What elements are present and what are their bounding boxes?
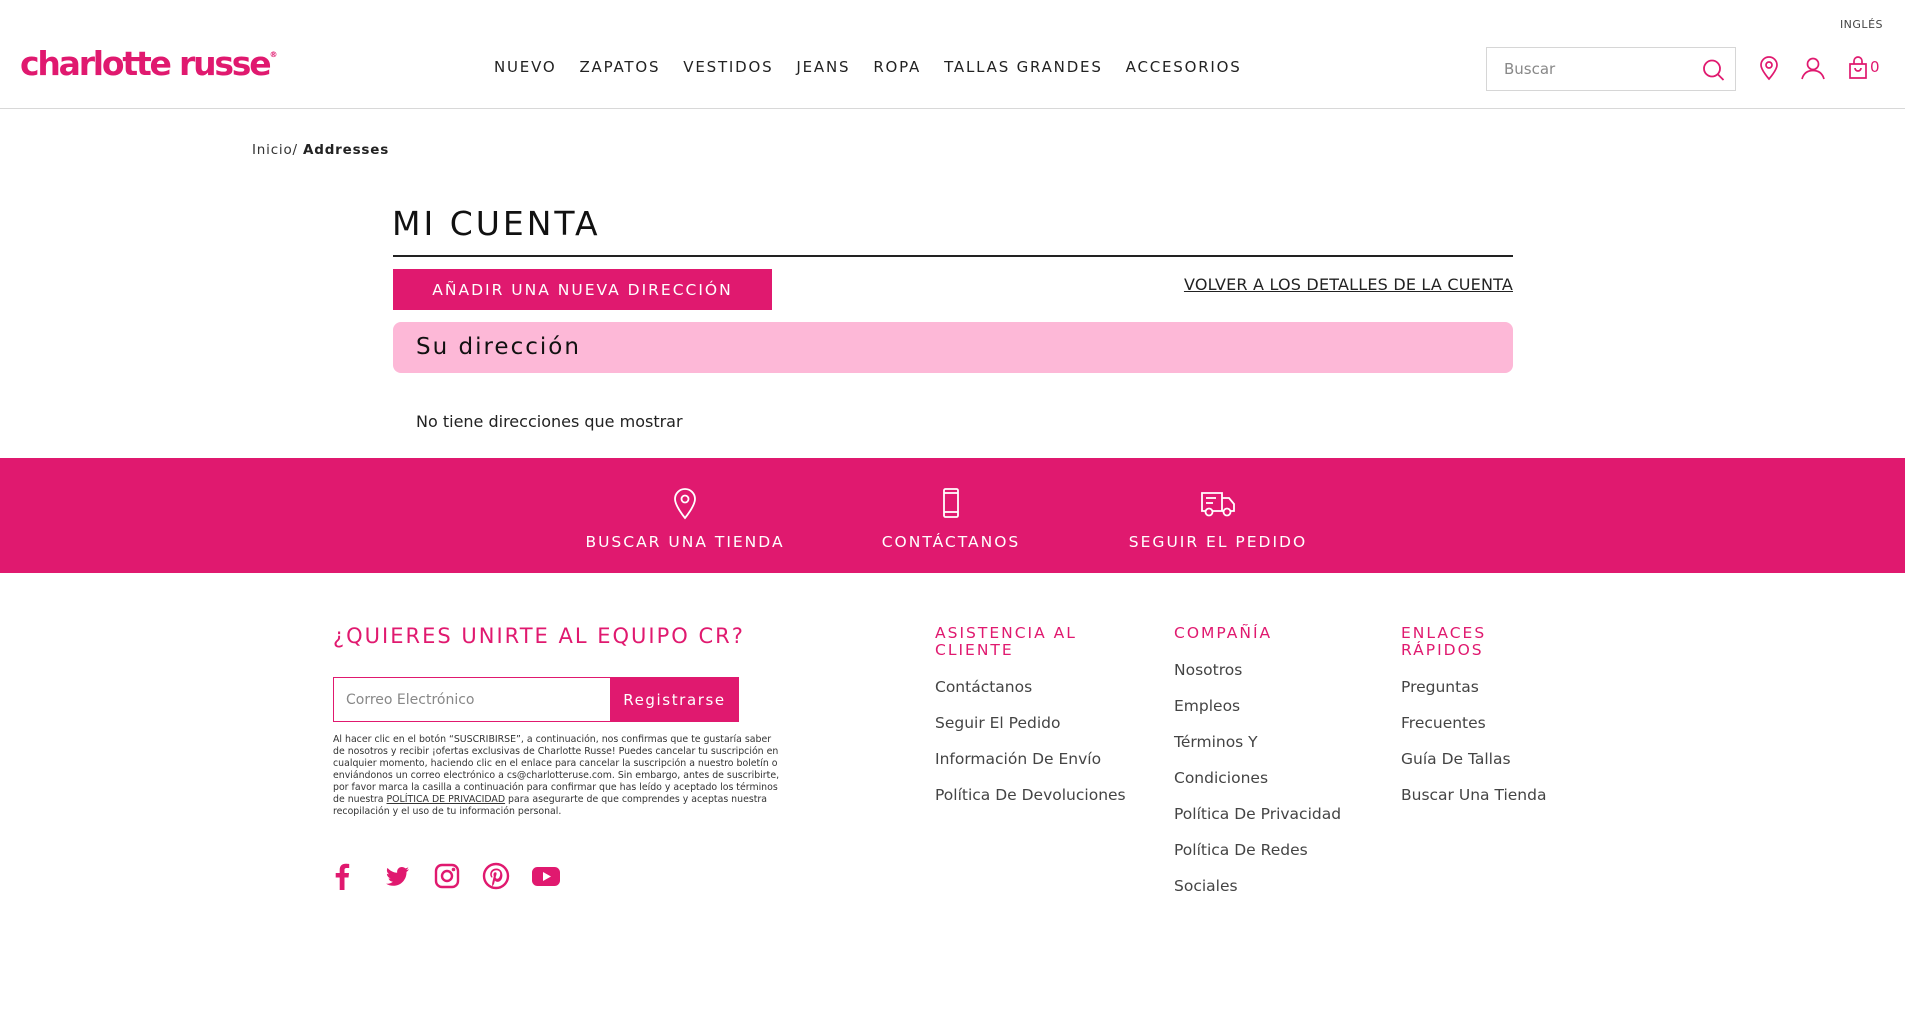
track-order-link[interactable]: SEGUIR EL PEDIDO [1098,458,1338,573]
address-heading-box: Su dirección [393,322,1513,373]
nav-item-zapatos[interactable]: ZAPATOS [579,58,660,76]
title-divider [393,255,1513,257]
contact-link[interactable]: CONTÁCTANOS [831,458,1071,573]
search-box [1486,47,1736,91]
footer-link-returns[interactable]: Política De Devoluciones [935,777,1135,813]
find-store-link[interactable]: BUSCAR UNA TIENDA [565,458,805,573]
address-heading: Su dirección [416,334,581,360]
search-input[interactable] [1487,48,1687,90]
footer-link-faq[interactable]: Preguntas [1401,669,1601,705]
footer-link-find-store[interactable]: Buscar Una Tienda [1401,777,1601,813]
footer-link-social-policy[interactable]: Política De Redes [1174,832,1374,868]
logo-mark: ® [269,50,278,59]
footer-link-social[interactable]: Sociales [1174,868,1374,904]
footer-column-title: ASISTENCIA AL CLIENTE [935,624,1077,659]
empty-address-message: No tiene direcciones que mostrar [416,412,683,431]
footer-link-faq-2[interactable]: Frecuentes [1401,705,1601,741]
footer-column-company: COMPAÑÍA Nosotros Empleos Términos Y Con… [1174,625,1374,904]
nav-item-accesorios[interactable]: ACCESORIOS [1126,58,1242,76]
store-locator-icon[interactable] [1756,55,1782,81]
instagram-icon[interactable] [433,862,461,890]
footer-column-support: ASISTENCIA AL CLIENTE Contáctanos Seguir… [935,625,1135,813]
nav-item-jeans[interactable]: JEANS [796,58,850,76]
language-selector[interactable]: INGLÉS [1840,18,1883,31]
footer-link-privacy[interactable]: Política De Privacidad [1174,796,1374,832]
nav-item-nuevo[interactable]: NUEVO [494,58,556,76]
find-store-label: BUSCAR UNA TIENDA [585,533,785,551]
breadcrumb: Inicio/ Addresses [252,142,389,158]
pinterest-icon[interactable] [482,862,510,890]
footer-column-title: ENLACES RÁPIDOS [1401,624,1487,659]
footer-link-size-guide[interactable]: Guía De Tallas [1401,741,1601,777]
cart-count[interactable]: 0 [1870,58,1880,76]
nav-item-vestidos[interactable]: VESTIDOS [683,58,773,76]
social-links [333,862,582,890]
site-header: INGLÉS charlotte russe® NUEVO ZAPATOS VE… [0,0,1905,109]
cart-icon[interactable] [1845,55,1871,81]
track-order-label: SEGUIR EL PEDIDO [1128,533,1308,551]
back-to-account-link[interactable]: VOLVER A LOS DETALLES DE LA CUENTA [1184,275,1513,294]
nav-item-ropa[interactable]: ROPA [873,58,921,76]
register-button[interactable]: Registrarse [610,677,739,722]
logo[interactable]: charlotte russe® [20,44,277,83]
search-icon[interactable] [1700,57,1726,83]
delivery-truck-icon [1201,492,1235,517]
footer-link-contact[interactable]: Contáctanos [935,669,1135,705]
location-pin-icon [674,488,696,520]
footer-column-title: COMPAÑÍA [1174,624,1273,642]
newsletter-legal-text: Al hacer clic en el botón “SUSCRIBIRSE”,… [333,734,783,818]
email-field-wrapper [333,677,610,722]
service-band: BUSCAR UNA TIENDA CONTÁCTANOS SEGUIR EL … [0,458,1905,573]
newsletter-title: ¿QUIERES UNIRTE AL EQUIPO CR? [333,624,745,648]
breadcrumb-home[interactable]: Inicio [252,142,293,158]
logo-text: charlotte russe [20,44,272,83]
footer-link-terms[interactable]: Términos Y [1174,724,1374,760]
breadcrumb-current: Addresses [302,142,390,158]
twitter-icon[interactable] [383,862,411,890]
footer-link-track-order[interactable]: Seguir El Pedido [935,705,1135,741]
phone-icon [943,488,959,518]
add-address-button[interactable]: AÑADIR UNA NUEVA DIRECCIÓN [393,269,772,310]
contact-label: CONTÁCTANOS [881,533,1021,551]
email-field[interactable] [334,678,610,721]
privacy-policy-link[interactable]: POLÍTICA DE PRIVACIDAD [387,794,506,805]
nav-item-tallas-grandes[interactable]: TALLAS GRANDES [944,58,1103,76]
page-title: MI CUENTA [392,204,601,243]
youtube-icon[interactable] [531,862,561,890]
footer-link-careers[interactable]: Empleos [1174,688,1374,724]
footer-column-quick-links: ENLACES RÁPIDOS Preguntas Frecuentes Guí… [1401,625,1601,813]
footer-link-shipping-info[interactable]: Información De Envío [935,741,1135,777]
footer-link-about[interactable]: Nosotros [1174,652,1374,688]
account-icon[interactable] [1800,55,1826,81]
main-nav: NUEVO ZAPATOS VESTIDOS JEANS ROPA TALLAS… [494,58,1265,76]
breadcrumb-separator: / [292,142,298,158]
footer-link-conditions[interactable]: Condiciones [1174,760,1374,796]
facebook-icon[interactable] [333,862,351,890]
